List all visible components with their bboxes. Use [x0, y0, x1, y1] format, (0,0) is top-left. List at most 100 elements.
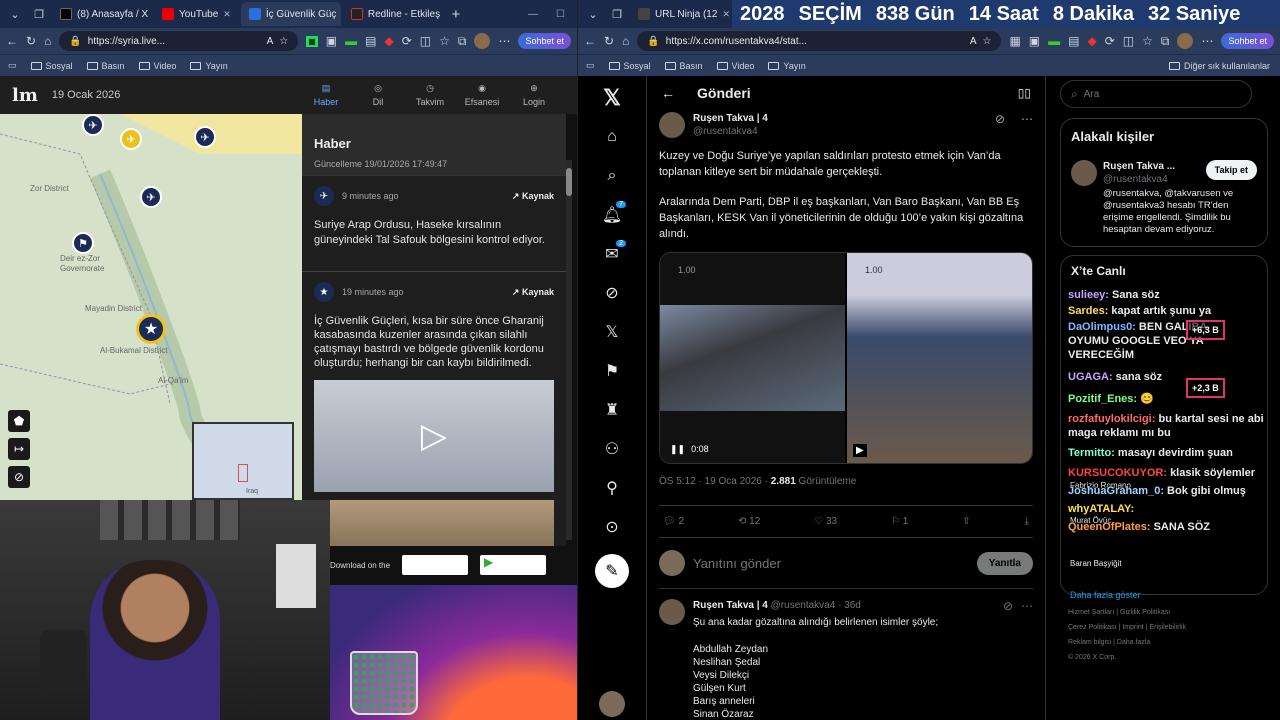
repost-button[interactable]: ⟲ 12: [738, 516, 760, 527]
search-icon[interactable]: ⌕: [600, 164, 624, 188]
other-bookmarks[interactable]: Diğer sık kullanılanlar: [1168, 61, 1280, 71]
map-marker-icon[interactable]: ⚑: [72, 232, 94, 254]
collections-icon[interactable]: ⧉: [1161, 34, 1170, 49]
maximize-icon[interactable]: ☐: [556, 9, 565, 20]
extension-icon[interactable]: ▤: [365, 34, 376, 48]
more-icon[interactable]: ⋯: [1201, 34, 1213, 48]
trend-item[interactable]: Baran Başyiğit: [1070, 559, 1122, 568]
tab-x-home[interactable]: (8) Anasayfa / X✕: [52, 2, 152, 26]
author-name[interactable]: Ruşen Takva | 4: [693, 112, 768, 125]
bookmark-folder[interactable]: Basın: [664, 61, 703, 71]
reply-input[interactable]: [693, 555, 969, 571]
grok-icon[interactable]: ⊘: [995, 112, 1005, 126]
tab-login[interactable]: ⊕ Login: [511, 83, 557, 107]
tab-menu-icon[interactable]: ⌄: [582, 3, 604, 25]
map-view[interactable]: Zor District Deir ez-Zor Governorate May…: [0, 114, 302, 500]
map-marker-icon[interactable]: ✈: [140, 186, 162, 208]
map-marker-icon[interactable]: ✈: [194, 126, 216, 148]
tab-youtube[interactable]: YouTube ✕: [154, 2, 239, 26]
more-options-icon[interactable]: ⋯: [1021, 599, 1033, 720]
video-player[interactable]: 1.00 ▶: [847, 253, 1032, 463]
map-marker-icon[interactable]: ✈: [120, 128, 142, 150]
messages-icon[interactable]: ✉ 2: [600, 240, 626, 266]
star-marker-icon[interactable]: ★: [136, 314, 166, 344]
extension-icon[interactable]: ◆: [1087, 34, 1096, 48]
url-field[interactable]: 🔒 https://x.com/rusentakva4/stat... A ☆: [637, 31, 1002, 51]
tab-url-ninja[interactable]: URL Ninja (12 ✕: [630, 2, 730, 26]
avatar[interactable]: [474, 33, 491, 49]
extension-icon[interactable]: ▣: [326, 34, 337, 48]
play-icon[interactable]: ▶: [853, 444, 867, 457]
author-handle[interactable]: @rusentakva4: [693, 125, 768, 138]
collections-icon[interactable]: ⧉: [458, 34, 467, 49]
reply-button[interactable]: 💬︎ 2: [663, 516, 684, 527]
search-box[interactable]: ⌕ Ara: [1060, 80, 1252, 108]
more-icon[interactable]: ⋯: [498, 34, 510, 48]
home-icon[interactable]: ⌂: [622, 34, 629, 48]
grok-icon[interactable]: ⊘: [1003, 599, 1013, 720]
more-icon[interactable]: ⊙: [600, 515, 624, 539]
back-icon[interactable]: ←: [6, 34, 18, 48]
bookmarks-icon[interactable]: ⚑: [600, 359, 624, 383]
back-arrow-icon[interactable]: ←: [661, 85, 675, 101]
new-tab-icon[interactable]: +: [445, 3, 467, 25]
tab-ic-guvenlik[interactable]: İç Güvenlik Güç✕: [240, 2, 341, 26]
tab-redline[interactable]: Redline - Etkileş✕: [343, 2, 443, 26]
reply-submit-button[interactable]: Yanıtla: [976, 551, 1033, 575]
author-avatar[interactable]: [659, 599, 685, 625]
communities-icon[interactable]: ⚇: [600, 437, 624, 461]
bookmark-folder[interactable]: Basın: [86, 61, 125, 71]
author-avatar[interactable]: [659, 112, 685, 138]
like-button[interactable]: ♡ 33: [814, 516, 837, 527]
reply-post[interactable]: Ruşen Takva | 4 @rusentakva4 · 36d Şu an…: [659, 589, 1033, 720]
news-video[interactable]: ▷: [314, 380, 554, 492]
polygon-tool-icon[interactable]: ⬟: [8, 410, 30, 432]
bookmark-folder[interactable]: Yayın: [768, 61, 806, 71]
favorites-icon[interactable]: ☆: [439, 34, 450, 48]
favorites-icon[interactable]: ☆: [1142, 34, 1153, 48]
copilot-button[interactable]: Sohbet et: [518, 33, 571, 49]
extension-icon[interactable]: ▣: [1029, 34, 1040, 48]
refresh-extension-icon[interactable]: ⟳: [402, 34, 412, 48]
back-icon[interactable]: ←: [584, 34, 596, 48]
post-button[interactable]: ✎: [595, 554, 629, 588]
minimize-icon[interactable]: —: [528, 9, 538, 20]
news-scrollbar[interactable]: [566, 160, 572, 540]
extension-icon[interactable]: ▦: [306, 35, 318, 47]
tab-takvim[interactable]: ◷ Takvim: [407, 83, 453, 107]
app-store-button[interactable]: [402, 555, 469, 575]
source-link[interactable]: ↗ Kaynak: [512, 287, 554, 298]
map-marker-icon[interactable]: ✈: [82, 114, 104, 136]
sidebar-toggle-icon[interactable]: ▭: [586, 60, 595, 71]
bookmark-folder[interactable]: Sosyal: [608, 61, 651, 71]
reload-icon[interactable]: ↻: [604, 34, 614, 48]
home-icon[interactable]: ⌂: [600, 125, 624, 149]
profile-icon[interactable]: ⚲: [600, 476, 624, 500]
x-logo-icon[interactable]: 𝕏: [600, 85, 624, 110]
hide-layer-icon[interactable]: ⊘: [8, 466, 30, 488]
bookmark-folder[interactable]: Sosyal: [30, 61, 73, 71]
bookmark-folder[interactable]: Video: [716, 61, 754, 71]
reload-icon[interactable]: ↻: [26, 34, 36, 48]
download-icon[interactable]: ⤓: [1025, 516, 1029, 527]
google-play-button[interactable]: ▶: [480, 555, 547, 575]
follow-button[interactable]: Takip et: [1205, 160, 1257, 180]
grok-icon[interactable]: ⊘: [600, 281, 624, 305]
tab-haber[interactable]: ▤ Haber: [303, 83, 349, 107]
extension-icon[interactable]: ◆: [384, 34, 393, 48]
news-card[interactable]: ✈ 9 minutes ago ↗ Kaynak Suriye Arap Ord…: [302, 175, 566, 271]
extension-icon[interactable]: ▬: [1048, 34, 1060, 48]
home-icon[interactable]: ⌂: [44, 34, 51, 48]
show-more-link[interactable]: Daha fazla göster: [1070, 590, 1141, 600]
premium-icon[interactable]: 𝕏: [600, 320, 624, 344]
read-aloud-icon[interactable]: A: [970, 36, 977, 47]
jobs-icon[interactable]: ♜: [600, 398, 624, 422]
site-logo[interactable]: lm: [12, 85, 38, 106]
split-screen-icon[interactable]: ◫: [420, 34, 431, 48]
sidebar-toggle-icon[interactable]: ▭: [8, 60, 17, 71]
url-field[interactable]: 🔒 https://syria.live... A ☆: [59, 31, 299, 51]
favorite-star-icon[interactable]: ☆: [279, 36, 288, 47]
copilot-button[interactable]: Sohbet et: [1221, 33, 1274, 49]
measure-tool-icon[interactable]: ↦: [8, 438, 30, 460]
reader-icon[interactable]: ▯▯: [1018, 86, 1031, 100]
